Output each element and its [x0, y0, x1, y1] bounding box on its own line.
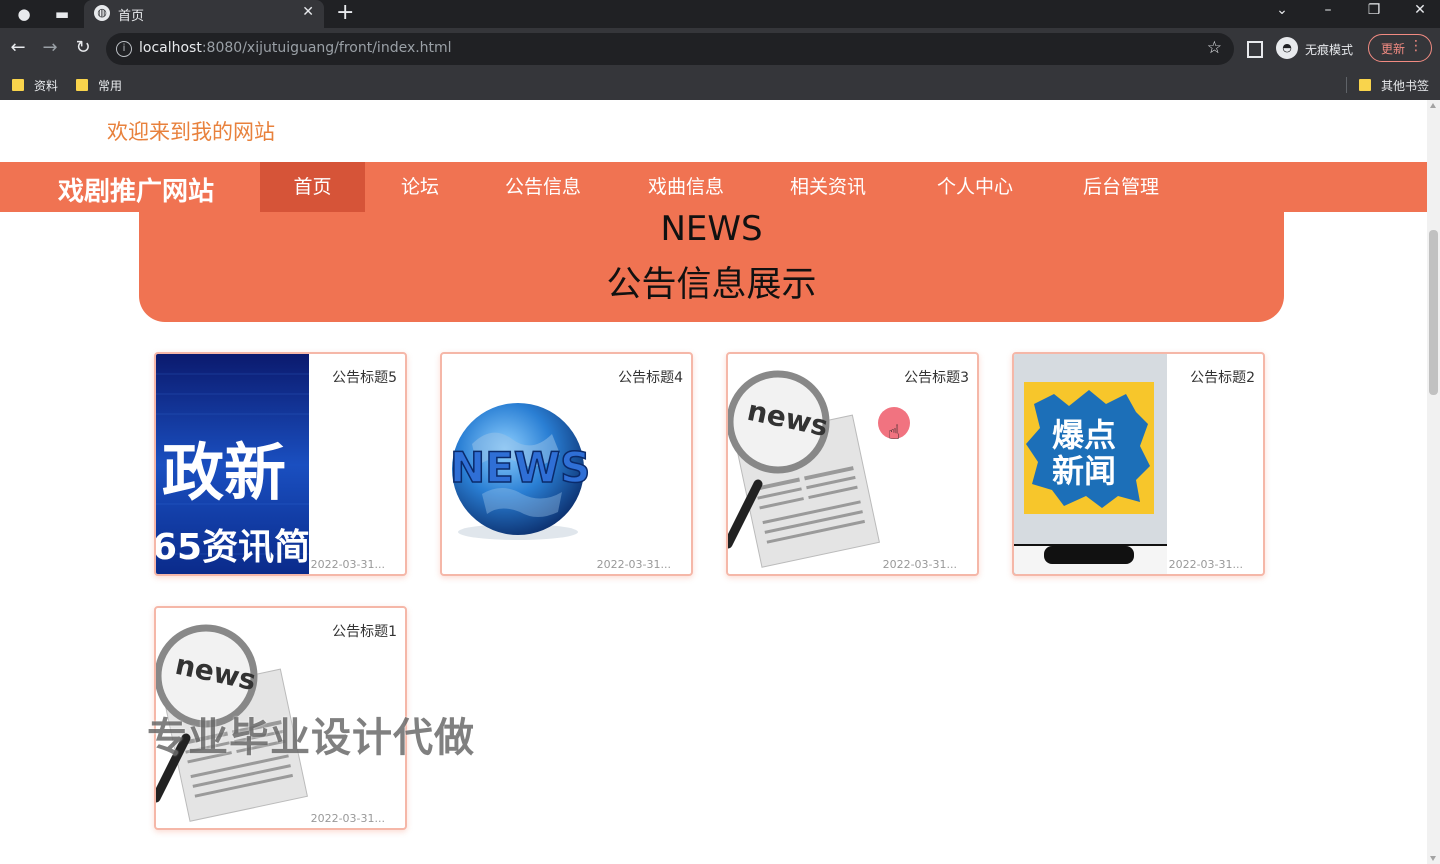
- news-card-title: 公告标题1: [332, 624, 397, 640]
- tab-search-icon[interactable]: ▬: [52, 4, 72, 24]
- news-section-header: NEWS 公告信息展示: [139, 209, 1284, 322]
- side-panel-icon[interactable]: [1247, 41, 1263, 58]
- folder-icon: [12, 79, 24, 91]
- browser-menu-icon[interactable]: ●: [14, 4, 34, 24]
- thumb-text: 65资讯简: [156, 527, 309, 568]
- nav-related-news[interactable]: 相关资讯: [778, 162, 878, 212]
- url-host: localhost: [139, 40, 202, 56]
- page-scrollbar[interactable]: [1427, 100, 1440, 864]
- scroll-down-arrow-icon[interactable]: [1430, 856, 1436, 861]
- page-content: 欢迎来到我的网站 戏剧推广网站 首页 论坛 公告信息 戏曲信息 相关资讯 个人中…: [0, 100, 1427, 864]
- scrollbar-thumb[interactable]: [1429, 230, 1438, 395]
- bookmark-star-icon[interactable]: ☆: [1207, 38, 1222, 58]
- magnifier-news-image: news: [728, 370, 880, 568]
- update-label: 更新: [1381, 42, 1406, 56]
- news-card[interactable]: news 公告标题3 2022-03-31...: [726, 352, 979, 576]
- bookmarks-divider: [1346, 77, 1347, 93]
- browser-chrome: ● ▬ ◍ 首页 ✕ + ⌄ – ❐ ✕ ← → ↻ i localhost:8…: [0, 0, 1440, 100]
- folder-icon: [76, 79, 88, 91]
- news-card-date: 2022-03-31...: [882, 558, 957, 571]
- thumb-text: 新闻: [1052, 452, 1116, 490]
- nav-home[interactable]: 首页: [260, 162, 365, 212]
- reload-button[interactable]: ↻: [72, 38, 94, 58]
- nav-announcements[interactable]: 公告信息: [493, 162, 593, 212]
- news-card-date: 2022-03-31...: [310, 812, 385, 825]
- nav-personal-center[interactable]: 个人中心: [925, 162, 1025, 212]
- tab-strip: ● ▬ ◍ 首页 ✕ + ⌄ – ❐ ✕: [0, 0, 1440, 28]
- news-title-en: NEWS: [660, 209, 763, 249]
- news-card[interactable]: 爆点 新闻 公告标题2 2022-03-31...: [1012, 352, 1265, 576]
- back-button[interactable]: ←: [7, 38, 29, 58]
- watermark-text: 专业毕业设计代做: [147, 715, 475, 761]
- nav-forum[interactable]: 论坛: [384, 162, 456, 212]
- news-card[interactable]: 政新 65资讯简 公告标题5 2022-03-31...: [154, 352, 407, 576]
- thumb-text: 政新: [162, 436, 286, 509]
- nav-admin[interactable]: 后台管理: [1071, 162, 1171, 212]
- site-brand[interactable]: 戏剧推广网站: [58, 171, 214, 208]
- forward-button[interactable]: →: [39, 38, 61, 58]
- news-card-date: 2022-03-31...: [310, 558, 385, 571]
- incognito-icon[interactable]: ◓: [1276, 37, 1298, 59]
- news-card-title: 公告标题5: [332, 370, 397, 386]
- bookmarks-bar: 资料 常用 其他书签: [0, 70, 1440, 100]
- news-thumbnail: news: [728, 354, 881, 574]
- news-thumbnail: 政新 65资讯简: [156, 354, 309, 574]
- news-card-title: 公告标题4: [618, 370, 683, 386]
- hand-cursor-icon: ☝: [888, 420, 901, 444]
- bookmark-label: 资料: [34, 79, 59, 93]
- tab-title: 首页: [118, 9, 145, 24]
- thumb-text: 爆点: [1052, 416, 1116, 454]
- folder-icon: [1359, 79, 1371, 91]
- close-tab-icon[interactable]: ✕: [302, 4, 314, 20]
- globe-icon: ◍: [94, 5, 110, 21]
- news-card-title: 公告标题2: [1190, 370, 1255, 386]
- site-info-icon[interactable]: i: [116, 41, 132, 57]
- browser-toolbar: ← → ↻ i localhost:8080/xijutuiguang/fron…: [0, 28, 1440, 70]
- url-text[interactable]: localhost:8080/xijutuiguang/front/index.…: [139, 40, 452, 56]
- bookmark-label: 常用: [98, 79, 123, 93]
- news-thumbnail: NEWS: [442, 354, 595, 574]
- news-card-date: 2022-03-31...: [1168, 558, 1243, 571]
- close-window-button[interactable]: ✕: [1405, 2, 1435, 18]
- more-menu-icon: ⋮: [1409, 38, 1423, 54]
- tab-list-chevron-icon[interactable]: ⌄: [1267, 2, 1297, 18]
- new-tab-button[interactable]: +: [336, 1, 354, 25]
- url-path: :8080/xijutuiguang/front/index.html: [201, 40, 452, 56]
- update-button[interactable]: 更新 ⋮: [1368, 34, 1432, 62]
- scroll-up-arrow-icon[interactable]: [1430, 103, 1436, 108]
- welcome-text: 欢迎来到我的网站: [107, 120, 275, 144]
- news-thumbnail: 爆点 新闻: [1014, 354, 1167, 574]
- incognito-label: 无痕模式: [1305, 43, 1354, 57]
- news-title-cn: 公告信息展示: [606, 265, 817, 305]
- other-bookmarks-label: 其他书签: [1381, 79, 1430, 93]
- main-nav: 戏剧推广网站 首页 论坛 公告信息 戏曲信息 相关资讯 个人中心 后台管理: [0, 162, 1427, 212]
- breaking-news-phone-image: 爆点 新闻: [1014, 354, 1167, 574]
- news-thumbnail-image: 政新 65资讯简: [156, 354, 309, 574]
- news-card-date: 2022-03-31...: [596, 558, 671, 571]
- address-bar[interactable]: i localhost:8080/xijutuiguang/front/inde…: [106, 33, 1234, 65]
- minimize-button[interactable]: –: [1313, 2, 1343, 18]
- tab-home[interactable]: ◍ 首页 ✕: [84, 0, 324, 28]
- news-card[interactable]: NEWS 公告标题4 2022-03-31...: [440, 352, 693, 576]
- thumb-text: NEWS: [450, 443, 590, 492]
- nav-opera-info[interactable]: 戏曲信息: [636, 162, 736, 212]
- globe-news-image: NEWS: [449, 403, 591, 540]
- restore-button[interactable]: ❐: [1359, 2, 1389, 18]
- news-card-title: 公告标题3: [904, 370, 969, 386]
